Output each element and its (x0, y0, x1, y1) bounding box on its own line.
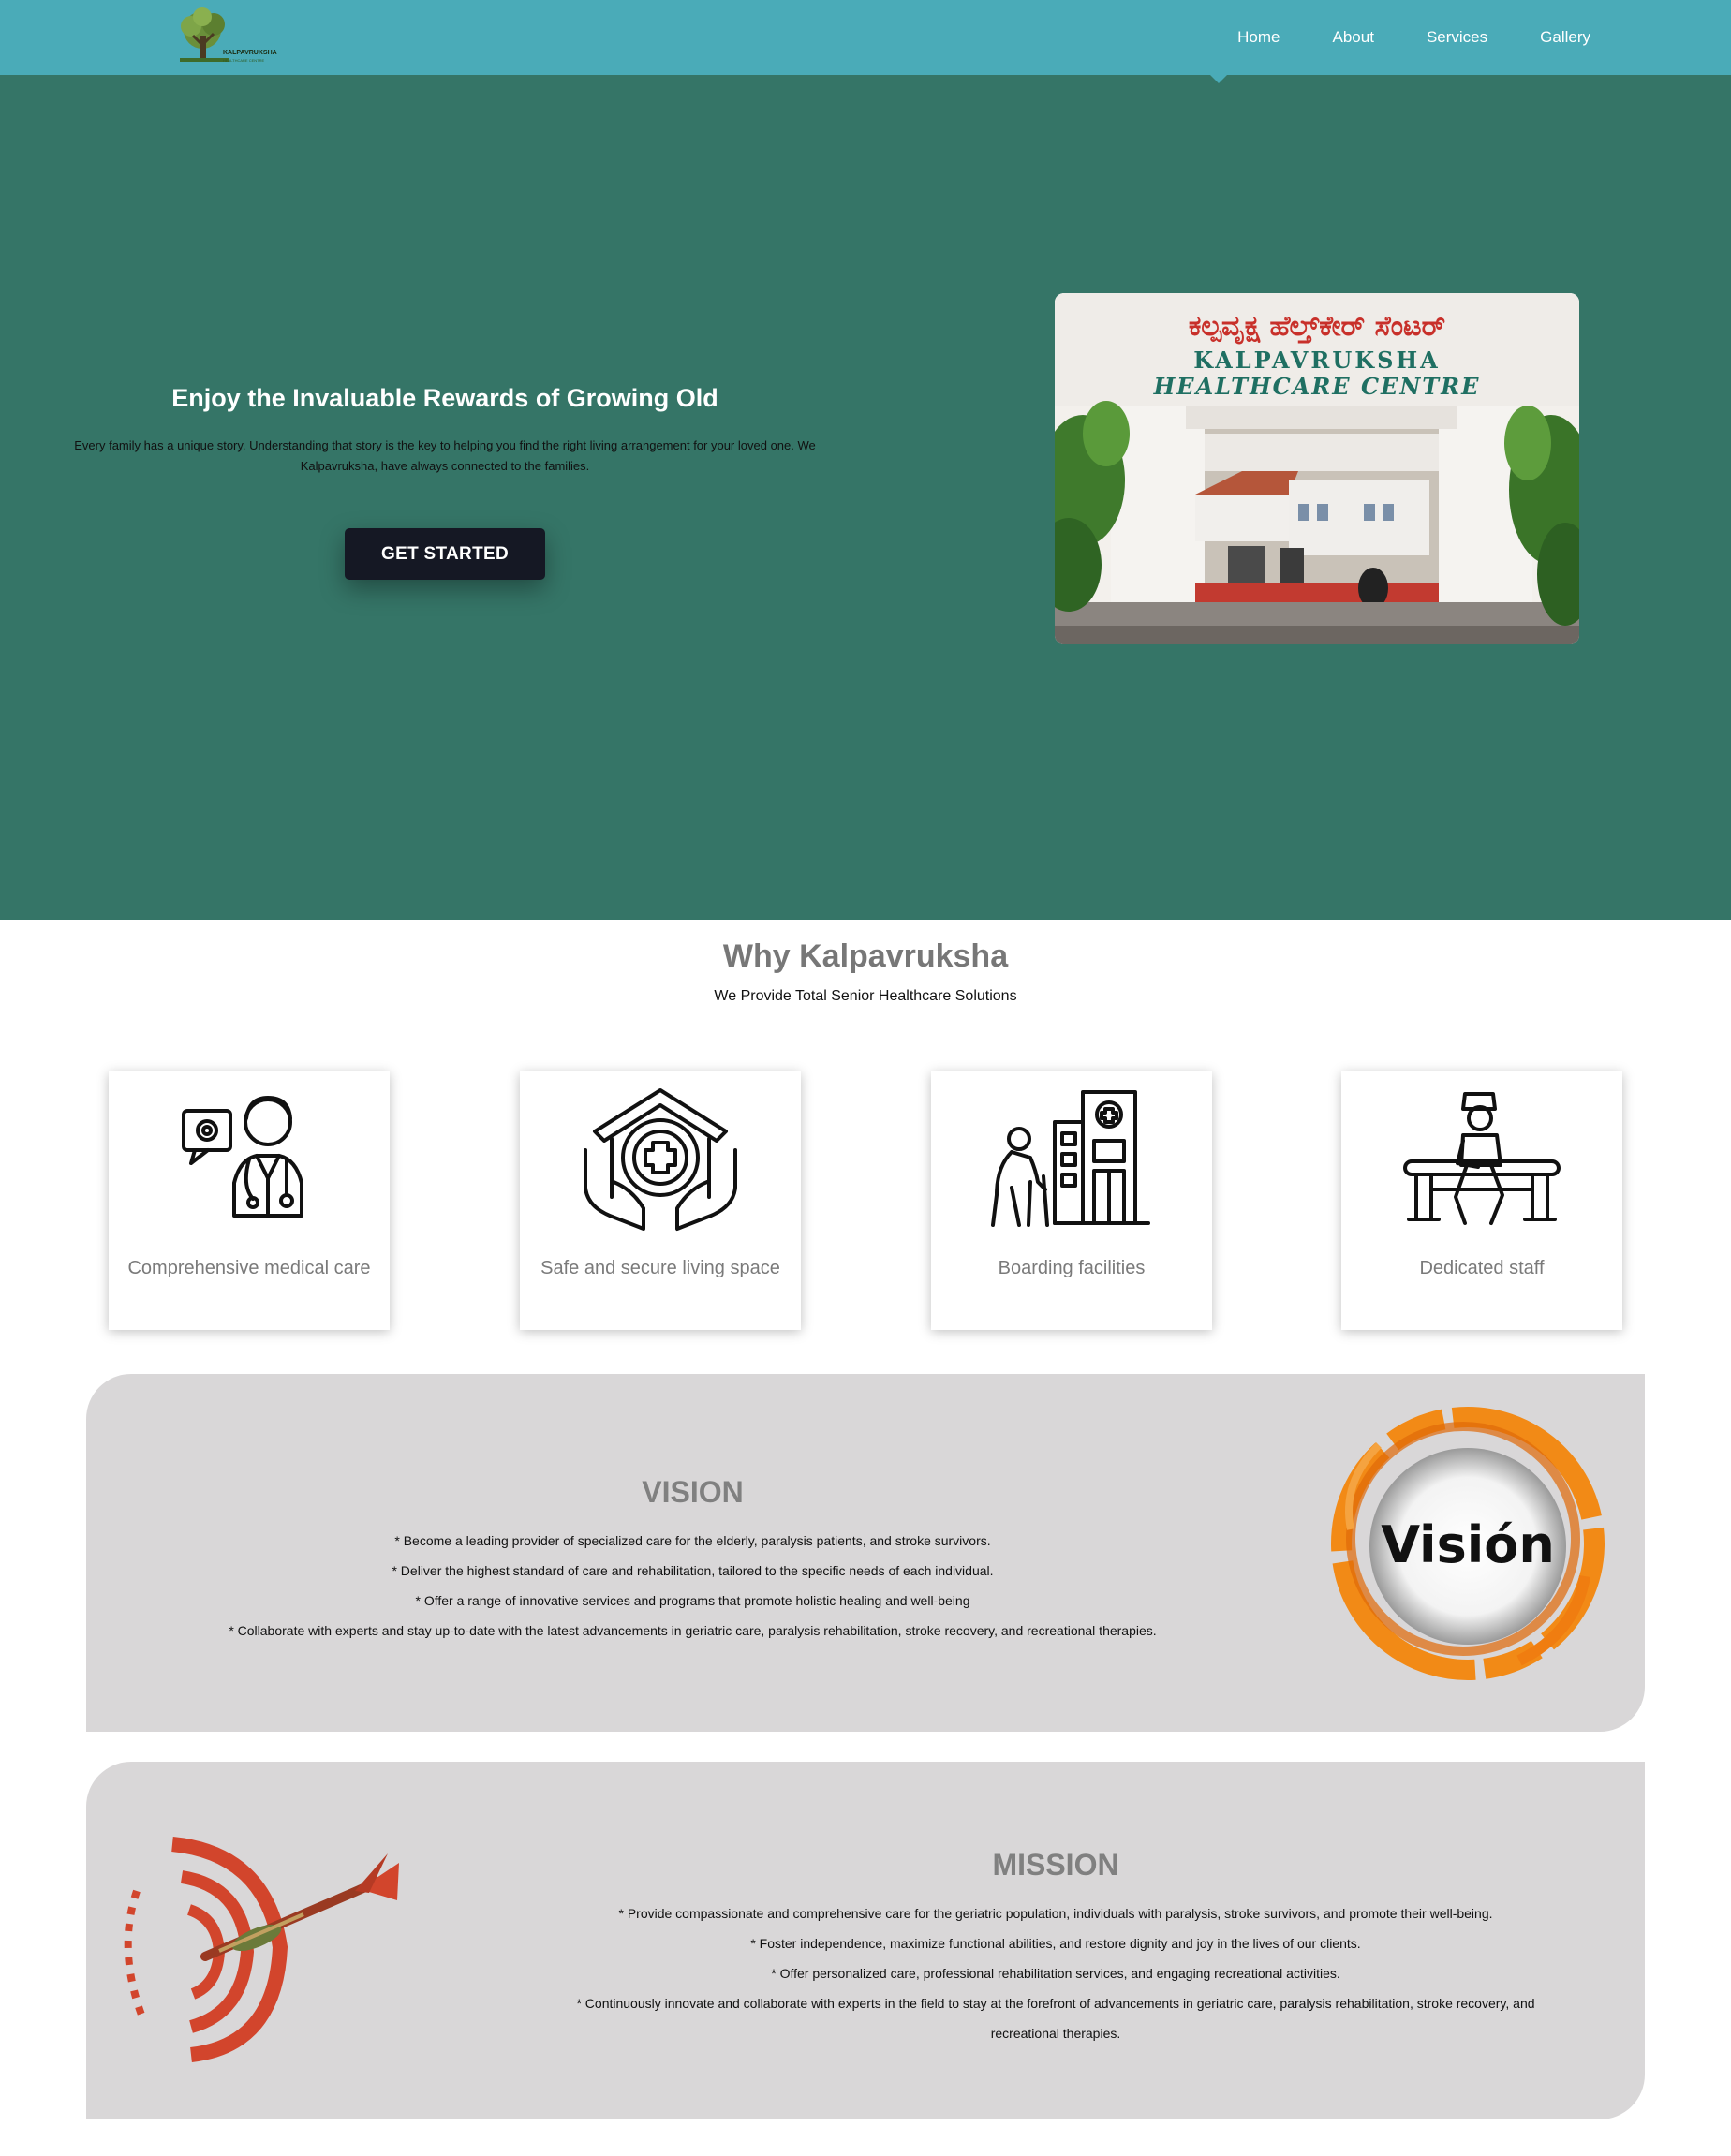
mission-point: recreational therapies. (990, 2026, 1121, 2041)
nav-active-indicator (1208, 73, 1229, 83)
nav-home[interactable]: Home (1237, 28, 1280, 47)
vision-point: * Collaborate with experts and stay up-t… (229, 1623, 1157, 1638)
feature-label: Dedicated staff (1419, 1258, 1545, 1278)
home-care-icon (584, 1088, 737, 1231)
tree-icon (180, 7, 229, 62)
feature-card-living: Safe and secure living space (520, 1071, 801, 1330)
mission-point: * Provide compassionate and comprehensiv… (618, 1906, 1493, 1921)
feature-label: Boarding facilities (998, 1258, 1146, 1278)
vision-badge-icon: Visión (1331, 1407, 1605, 1680)
feature-label: Safe and secure living space (540, 1258, 780, 1278)
mission-title: MISSION (992, 1848, 1119, 1882)
feature-card-staff: Dedicated staff (1341, 1071, 1622, 1330)
svg-text:HEALTHCARE CENTRE: HEALTHCARE CENTRE (223, 58, 264, 63)
feature-label: Comprehensive medical care (127, 1258, 371, 1278)
svg-text:KALPAVRUKSHA: KALPAVRUKSHA (223, 50, 277, 56)
boarding-icon (991, 1090, 1150, 1227)
nav-about[interactable]: About (1333, 28, 1374, 47)
feature-card-medical: Comprehensive medical care (109, 1071, 390, 1330)
vision-title: VISION (642, 1475, 744, 1509)
hero-text: Every family has a unique story. Underst… (74, 438, 816, 473)
logo[interactable]: KALPAVRUKSHA HEALTHCARE CENTRE (174, 7, 287, 67)
hero-section: Enjoy the Invaluable Rewards of Growing … (0, 75, 1731, 920)
healthcare-centre-photo: ಕಲ್ಪವೃಕ್ಷ ಹೆಲ್ತ್‌ಕೇರ್ ಸೆಂಟರ್ KALPAVRUKSH… (1055, 293, 1579, 644)
vision-point: * Deliver the highest standard of care a… (392, 1563, 994, 1578)
get-started-button[interactable]: GET STARTED (345, 528, 545, 580)
svg-text:ಕಲ್ಪವೃಕ್ಷ ಹೆಲ್ತ್‌ಕೇರ್ ಸೆಂಟರ್: ಕಲ್ಪವೃಕ್ಷ ಹೆಲ್ತ್‌ಕೇರ್ ಸೆಂಟರ್ (1189, 310, 1445, 345)
doctor-icon (182, 1096, 303, 1218)
nav-services[interactable]: Services (1427, 28, 1487, 47)
svg-text:Visión: Visión (1381, 1515, 1555, 1574)
mission-point: * Offer personalized care, professional … (771, 1966, 1340, 1981)
why-section-subtitle: We Provide Total Senior Healthcare Solut… (714, 988, 1017, 1004)
vision-points: * Become a leading provider of specializ… (86, 1526, 1299, 1646)
mission-point: * Continuously innovate and collaborate … (576, 1996, 1535, 2011)
mission-section: MISSION * Provide compassionate and comp… (86, 1762, 1645, 2119)
vision-point: * Offer a range of innovative services a… (415, 1593, 970, 1608)
mission-points: * Provide compassionate and comprehensiv… (480, 1898, 1632, 2048)
hero-title: Enjoy the Invaluable Rewards of Growing … (171, 384, 718, 412)
staff-icon (1403, 1092, 1561, 1225)
svg-text:KALPAVRUKSHA: KALPAVRUKSHA (1193, 347, 1441, 374)
dart-target-icon (124, 1837, 399, 2062)
feature-card-boarding: Boarding facilities (931, 1071, 1212, 1330)
vision-section: VISION * Become a leading provider of sp… (86, 1374, 1645, 1732)
top-navbar: KALPAVRUKSHA HEALTHCARE CENTRE Home Abou… (0, 0, 1731, 75)
mission-point: * Foster independence, maximize function… (750, 1936, 1361, 1951)
nav-gallery[interactable]: Gallery (1540, 28, 1590, 47)
why-section-title: Why Kalpavruksha (722, 938, 1009, 974)
vision-point: * Become a leading provider of specializ… (394, 1533, 991, 1548)
svg-text:HEALTHCARE CENTRE: HEALTHCARE CENTRE (1153, 373, 1481, 400)
nav-links: Home About Services Gallery (1185, 0, 1590, 75)
